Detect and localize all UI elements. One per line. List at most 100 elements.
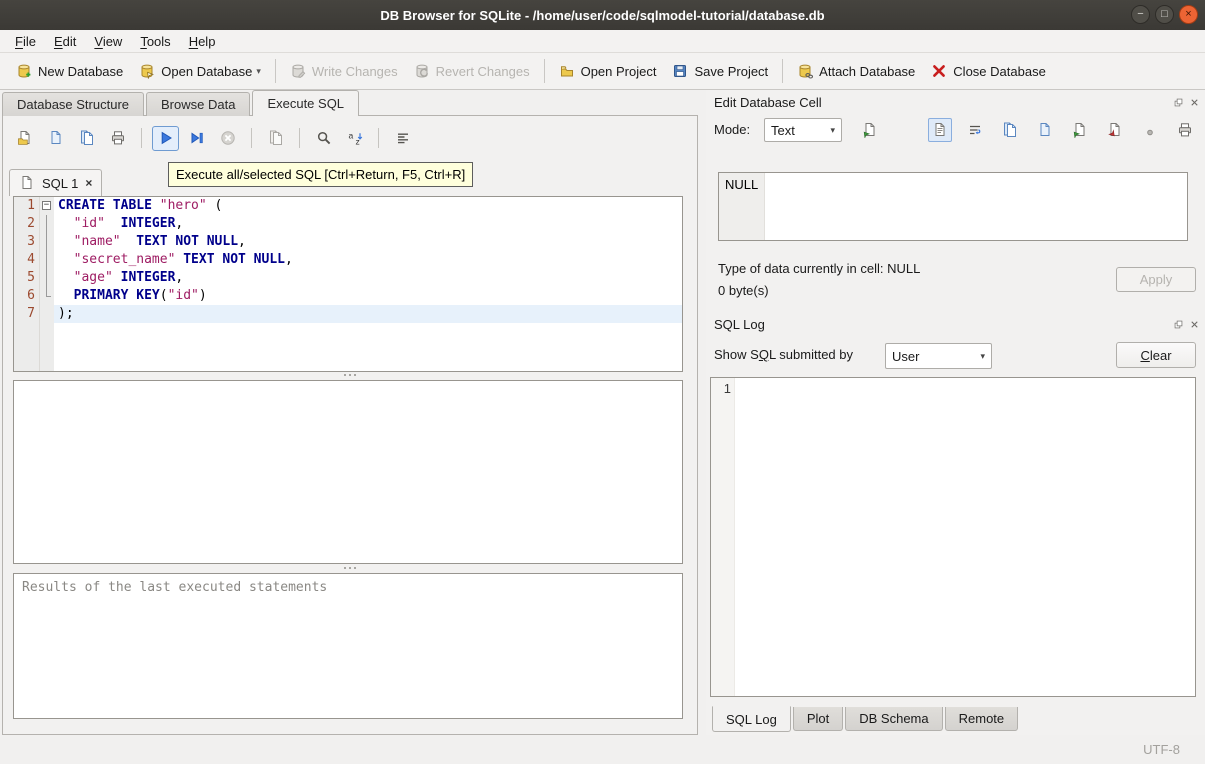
save-project-button[interactable]: Save Project bbox=[664, 58, 776, 84]
text-view-icon bbox=[932, 122, 948, 138]
menu-tools[interactable]: Tools bbox=[131, 32, 179, 51]
fold-marker[interactable]: − bbox=[40, 197, 54, 215]
tab-db-schema[interactable]: DB Schema bbox=[845, 707, 943, 731]
float-panel-button[interactable] bbox=[1172, 318, 1185, 331]
execute-tooltip: Execute all/selected SQL [Ctrl+Return, F… bbox=[168, 162, 474, 187]
revert-changes-label: Revert Changes bbox=[435, 63, 530, 79]
maximize-icon: □ bbox=[1161, 8, 1168, 20]
sql-file-tab[interactable]: SQL 1 × bbox=[9, 169, 103, 196]
open-database-button[interactable]: Open Database ▾ bbox=[131, 58, 269, 84]
new-database-icon bbox=[16, 63, 32, 79]
sql-file-tab-bar: SQL 1 × bbox=[9, 169, 103, 196]
print-cell-button[interactable] bbox=[1173, 118, 1197, 142]
tab-remote[interactable]: Remote bbox=[944, 707, 1019, 731]
menu-bar: File Edit View Tools Help bbox=[0, 30, 1205, 53]
dropdown-arrow-icon[interactable]: ▾ bbox=[256, 66, 261, 77]
collapse-icon[interactable]: − bbox=[42, 201, 51, 210]
save-sql-file-button[interactable] bbox=[42, 126, 69, 151]
results-message-area[interactable]: Results of the last executed statements bbox=[13, 573, 683, 719]
import-cell-button[interactable] bbox=[1068, 118, 1092, 142]
close-database-button[interactable]: Close Database bbox=[923, 58, 1054, 84]
menu-view[interactable]: View bbox=[85, 32, 131, 51]
close-button[interactable]: × bbox=[1179, 5, 1198, 24]
apply-button: Apply bbox=[1116, 267, 1196, 292]
copy-cell-icon bbox=[1002, 122, 1018, 138]
results-grid[interactable] bbox=[13, 380, 683, 564]
open-database-label: Open Database bbox=[161, 63, 253, 79]
line-number: 7 bbox=[14, 305, 40, 323]
set-null-icon bbox=[1142, 122, 1158, 138]
float-panel-icon bbox=[1174, 98, 1183, 106]
import-cell-icon bbox=[1072, 122, 1088, 138]
open-sql-file-icon bbox=[17, 130, 33, 146]
clear-log-button[interactable]: Clear bbox=[1116, 342, 1196, 368]
close-panel-button[interactable] bbox=[1188, 318, 1201, 331]
mode-select-value: Text bbox=[771, 122, 795, 138]
word-wrap-button[interactable] bbox=[963, 118, 987, 142]
sql-log-header-buttons bbox=[1172, 318, 1201, 331]
float-panel-button[interactable] bbox=[1172, 96, 1185, 109]
line-number: 1 bbox=[14, 197, 40, 215]
new-database-button[interactable]: New Database bbox=[8, 58, 131, 84]
close-panel-button[interactable] bbox=[1188, 96, 1201, 109]
print-sql-icon bbox=[110, 130, 126, 146]
save-cell-button[interactable] bbox=[1033, 118, 1057, 142]
sql-file-tab-label: SQL 1 bbox=[42, 175, 79, 191]
minimize-button[interactable]: − bbox=[1131, 5, 1150, 24]
save-project-icon bbox=[672, 63, 688, 79]
splitter-handle[interactable] bbox=[344, 374, 356, 376]
execute-current-line-button[interactable] bbox=[183, 126, 210, 151]
left-panel: Database Structure Browse Data Execute SQL… bbox=[0, 90, 706, 735]
splitter-handle[interactable] bbox=[344, 567, 356, 569]
attach-database-icon bbox=[797, 63, 814, 79]
line-number: 2 bbox=[14, 215, 40, 233]
find-replace-icon bbox=[316, 130, 332, 146]
cell-editor[interactable]: NULL bbox=[718, 172, 1188, 241]
save-sql-file-as-icon bbox=[79, 130, 95, 146]
tab-sql-log[interactable]: SQL Log bbox=[712, 706, 791, 732]
attach-database-button[interactable]: Attach Database bbox=[789, 58, 923, 84]
close-tab-icon[interactable]: × bbox=[85, 177, 92, 189]
sql-log-area[interactable]: 1 bbox=[710, 377, 1196, 697]
set-null-button[interactable] bbox=[1138, 118, 1162, 142]
copy-cell-button[interactable] bbox=[998, 118, 1022, 142]
menu-edit[interactable]: Edit bbox=[45, 32, 85, 51]
sql-file-icon bbox=[19, 175, 35, 191]
edit-cell-header: Edit Database Cell bbox=[714, 94, 1201, 110]
auto-switch-mode-button[interactable] bbox=[856, 118, 883, 142]
menu-file[interactable]: File bbox=[6, 32, 45, 51]
encoding-label: UTF-8 bbox=[1143, 742, 1180, 757]
gutter-fill bbox=[14, 323, 40, 371]
edit-cell-header-buttons bbox=[1172, 96, 1201, 109]
save-sql-file-as-button[interactable] bbox=[73, 126, 100, 151]
chevron-down-icon: ▾ bbox=[980, 350, 985, 361]
maximize-button[interactable]: □ bbox=[1155, 5, 1174, 24]
mode-select[interactable]: Text ▾ bbox=[764, 118, 842, 142]
toolbar-separator bbox=[251, 128, 252, 148]
find-replace-button[interactable] bbox=[310, 126, 337, 151]
menu-help[interactable]: Help bbox=[180, 32, 225, 51]
tab-browse-data[interactable]: Browse Data bbox=[146, 92, 251, 116]
text-view-button[interactable] bbox=[928, 118, 952, 142]
word-wrap-lines-button[interactable] bbox=[389, 126, 416, 151]
tab-database-structure[interactable]: Database Structure bbox=[2, 92, 145, 116]
tab-plot[interactable]: Plot bbox=[792, 707, 844, 731]
editor-line: 2 "id" INTEGER, bbox=[14, 215, 682, 233]
submitted-by-select[interactable]: User ▾ bbox=[885, 343, 992, 369]
tab-execute-sql[interactable]: Execute SQL bbox=[252, 90, 360, 116]
write-changes-label: Write Changes bbox=[311, 63, 398, 79]
auto-completion-button[interactable]: az bbox=[341, 126, 368, 151]
open-project-button[interactable]: Open Project bbox=[551, 58, 665, 84]
results-placeholder: Results of the last executed statements bbox=[22, 580, 328, 595]
sql-editor[interactable]: 1− CREATE TABLE "hero" (2 "id" INTEGER, 3 … bbox=[13, 196, 683, 372]
open-project-label: Open Project bbox=[580, 63, 657, 79]
open-sql-file-button[interactable] bbox=[11, 126, 38, 151]
revert-changes-icon bbox=[414, 63, 430, 79]
execute-all-button[interactable] bbox=[152, 125, 179, 151]
fold-column bbox=[40, 269, 54, 287]
print-sql-button[interactable] bbox=[104, 126, 131, 151]
svg-text:a: a bbox=[348, 131, 353, 141]
word-wrap-lines-icon bbox=[395, 130, 411, 146]
code-text: "id" INTEGER, bbox=[73, 216, 184, 231]
export-cell-button[interactable] bbox=[1103, 118, 1127, 142]
